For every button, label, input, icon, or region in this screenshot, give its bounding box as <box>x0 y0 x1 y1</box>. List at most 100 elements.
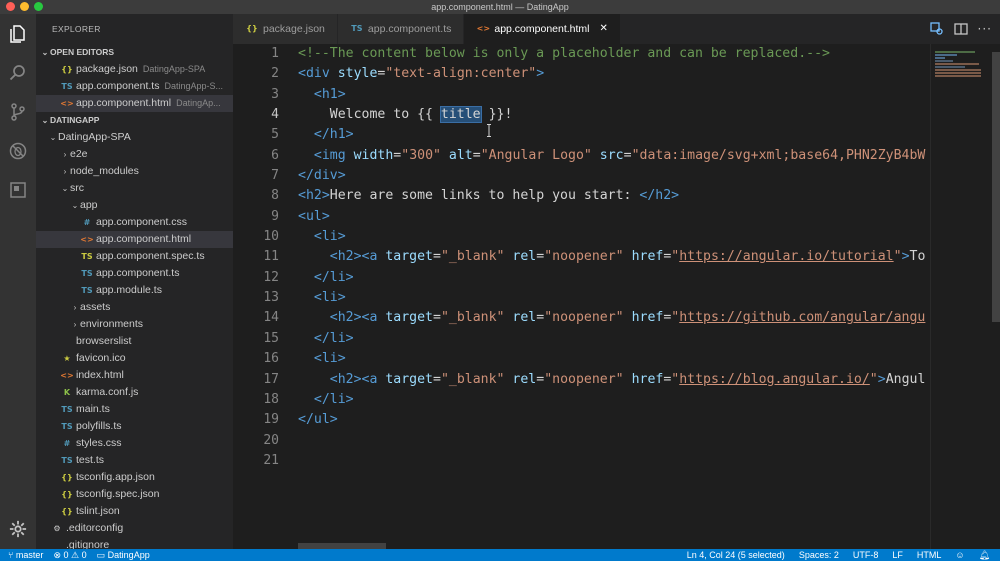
file-tree-item[interactable]: {} tslint.json <box>36 503 233 520</box>
code-line: <ul> <box>298 207 930 227</box>
language-mode[interactable]: HTML <box>917 550 942 560</box>
file-tree-item[interactable]: › environments <box>36 316 233 333</box>
file-tree-item[interactable]: # styles.css <box>36 435 233 452</box>
file-tree-item[interactable]: {} tsconfig.spec.json <box>36 486 233 503</box>
encoding[interactable]: UTF-8 <box>853 550 879 560</box>
open-editor-item[interactable]: TS app.component.ts DatingApp-S... <box>36 78 233 95</box>
file-tree-name: main.ts <box>76 403 110 415</box>
token-lnk[interactable]: https://blog.angular.io/ <box>679 372 870 387</box>
tab-app-component-html[interactable]: <> app.component.html ✕ <box>464 14 621 44</box>
debug-icon[interactable] <box>6 139 30 163</box>
file-tree-item[interactable]: TS app.component.ts <box>36 265 233 282</box>
file-tree-name: .gitignore <box>66 539 110 549</box>
code-editor[interactable]: 1 2 3 4 5 6 7 8 9 10 11 12 13 14 15 16 17 18 19 20 21 <!--Th… <box>233 44 930 549</box>
file-tree-item[interactable]: › node_modules <box>36 163 233 180</box>
code-line: <li> <box>298 288 930 308</box>
explorer-icon[interactable] <box>6 22 30 46</box>
file-tree-item[interactable]: TS main.ts <box>36 401 233 418</box>
token-txt: = <box>536 310 545 326</box>
open-editor-item[interactable]: {} package.json DatingApp-SPA <box>36 61 233 78</box>
indentation[interactable]: Spaces: 2 <box>799 550 839 560</box>
file-tree-item[interactable]: TS polyfills.ts <box>36 418 233 435</box>
status-bar: ⑂ master ⊗ 0 ⚠ 0 ▭ DatingApp Ln 4, Col 2… <box>0 549 1000 561</box>
tab-package-json[interactable]: {} package.json <box>233 14 338 44</box>
file-tree-item[interactable]: .gitignore <box>36 537 233 549</box>
gear-icon[interactable] <box>6 517 30 541</box>
file-tree-item[interactable]: TS app.component.spec.ts <box>36 248 233 265</box>
token-str: "noopener" <box>544 371 624 387</box>
more-actions-icon[interactable]: ··· <box>978 22 992 36</box>
file-tree-item[interactable]: ⌄ DatingApp-SPA <box>36 129 233 146</box>
line-number: 4 <box>271 107 279 123</box>
line-ending[interactable]: LF <box>892 550 903 560</box>
file-tree-item[interactable]: # app.component.css <box>36 214 233 231</box>
ts-file-icon: TS <box>61 456 73 465</box>
file-tree-name: src <box>70 182 84 194</box>
star-file-icon: ★ <box>63 354 71 363</box>
file-tree-item[interactable]: Kkarma.conf.js <box>36 384 233 401</box>
maximize-window-button[interactable] <box>34 2 43 11</box>
file-tree-name: index.html <box>76 369 124 381</box>
notifications-icon[interactable]: 🔔︎ <box>979 550 990 561</box>
file-tree-item[interactable]: <> app.component.html <box>36 231 233 248</box>
token-tag: <h2><a <box>329 310 386 326</box>
file-tree-item[interactable]: {} tsconfig.app.json <box>36 469 233 486</box>
file-tree-item[interactable]: TS app.module.ts <box>36 282 233 299</box>
code-line: </div> <box>298 166 930 186</box>
token-str: "noopener" <box>544 249 624 265</box>
token-str: "text-align:center" <box>385 66 537 82</box>
search-icon[interactable] <box>6 61 30 85</box>
file-tree-name: polyfills.ts <box>76 420 122 432</box>
project-indicator[interactable]: ▭ DatingApp <box>97 550 150 561</box>
file-tree-name: app <box>80 199 98 211</box>
file-tree-item[interactable]: browserslist <box>36 333 233 350</box>
cursor-position[interactable]: Ln 4, Col 24 (5 selected) <box>687 550 785 560</box>
file-tree-item[interactable]: › e2e <box>36 146 233 163</box>
minimize-window-button[interactable] <box>20 2 29 11</box>
tab-label: app.component.ts <box>367 23 452 35</box>
explorer-sidebar: EXPLORER ⌄ OPEN EDITORS {} package.json Da… <box>36 14 233 549</box>
close-window-button[interactable] <box>6 2 15 11</box>
file-tree-item[interactable]: ⌄ app <box>36 197 233 214</box>
html-file-icon: <> <box>80 235 94 244</box>
problems-indicator[interactable]: ⊗ 0 ⚠ 0 <box>53 550 86 561</box>
branch-indicator[interactable]: ⑂ master <box>8 550 43 560</box>
project-header[interactable]: ⌄ DATINGAPP <box>36 112 233 129</box>
chevron-down-icon: ⌄ <box>61 184 69 193</box>
file-tree-item[interactable]: TS test.ts <box>36 452 233 469</box>
ts-file-icon: TS <box>81 286 93 295</box>
file-tree-item[interactable]: ⚙ .editorconfig <box>36 520 233 537</box>
token-txt: }}! <box>480 107 513 123</box>
line-number: 9 <box>271 208 279 224</box>
file-tree-item[interactable]: ⌄ src <box>36 180 233 197</box>
file-tree-item[interactable]: › assets <box>36 299 233 316</box>
open-changes-icon[interactable] <box>929 22 944 36</box>
line-number: 18 <box>263 391 279 407</box>
file-tree-item[interactable]: <> index.html <box>36 367 233 384</box>
token-lnk[interactable]: https://angular.io/tutorial <box>679 249 893 264</box>
open-editors-header[interactable]: ⌄ OPEN EDITORS <box>36 44 233 61</box>
token-lnk[interactable]: https://github.com/angular/angu <box>679 310 925 325</box>
tab-app-component-ts[interactable]: TS app.component.ts <box>337 14 465 44</box>
code-area[interactable]: <!--The content below is only a placehol… <box>298 44 930 471</box>
minimap[interactable] <box>930 44 992 549</box>
token-txt: = <box>472 147 481 163</box>
split-editor-icon[interactable] <box>953 22 968 36</box>
extensions-icon[interactable] <box>6 178 30 202</box>
vertical-scroll-thumb[interactable] <box>992 52 1000 322</box>
close-icon[interactable]: ✕ <box>600 14 608 44</box>
code-line: </li> <box>298 390 930 410</box>
code-line: <h2><a target="_blank" rel="noopener" hr… <box>298 247 930 267</box>
file-tree-item[interactable]: ★ favicon.ico <box>36 350 233 367</box>
open-editor-item[interactable]: <> app.component.html DatingAp... <box>36 95 233 112</box>
source-control-icon[interactable] <box>6 100 30 124</box>
feedback-icon[interactable]: ☺ <box>955 550 964 560</box>
line-number: 6 <box>271 147 279 163</box>
token-attr: target <box>385 249 433 265</box>
